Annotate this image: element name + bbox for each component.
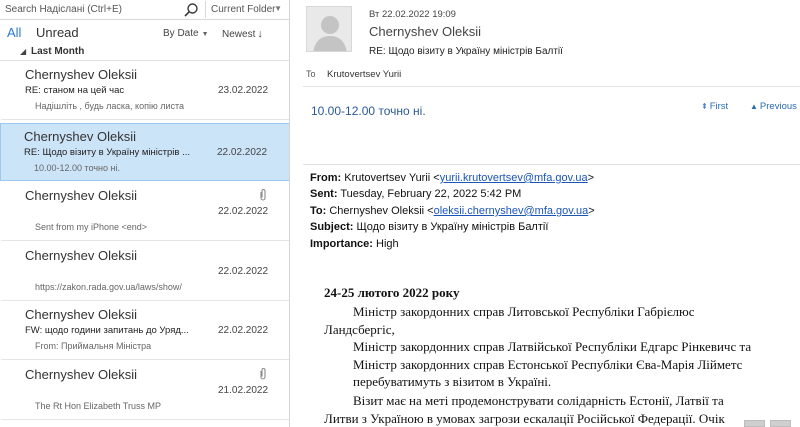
- list-item[interactable]: Chernyshev Oleksii RE: Щодо візиту в Укра…: [0, 123, 289, 181]
- tab-all[interactable]: All: [7, 25, 21, 40]
- message-sender: Chernyshev Oleksii: [25, 367, 137, 382]
- resize-handle[interactable]: [744, 420, 765, 427]
- forward-subject-label: Subject:: [310, 221, 354, 233]
- forward-to-end: >: [588, 205, 595, 217]
- message-sender: Chernyshev Oleksii: [25, 248, 137, 263]
- reading-pane: Вт 22.02.2022 19:09 Chernyshev Oleksii R…: [291, 0, 800, 427]
- tab-unread[interactable]: Unread: [36, 25, 79, 40]
- quote-divider: [303, 164, 800, 165]
- message-subject: FW: щодо години запитань до Уряд...: [25, 325, 189, 336]
- sort-order-label: Newest: [222, 29, 256, 40]
- chevron-down-icon: ▼: [201, 31, 209, 38]
- message-preview: From: Приймальня Міністра: [35, 341, 152, 351]
- body-line: перебуватимуть з візитом в Україні.: [353, 374, 552, 389]
- arrow-down-icon: ↓: [257, 28, 263, 40]
- search-input[interactable]: [0, 0, 180, 19]
- message-sender[interactable]: Chernyshev Oleksii: [369, 24, 481, 39]
- message-date: 22.02.2022: [218, 325, 269, 336]
- message-sender: Chernyshev Oleksii: [25, 307, 137, 322]
- message-sender: Chernyshev Oleksii: [24, 129, 136, 144]
- from-email-link[interactable]: yurii.krutovertsev@mfa.gov.ua: [440, 172, 588, 184]
- sort-by-dropdown[interactable]: By Date ▼: [163, 28, 209, 39]
- group-header-label: Last Month: [31, 46, 85, 57]
- avatar: [306, 6, 352, 52]
- resize-handle[interactable]: [770, 420, 791, 427]
- sent-label: Sent:: [310, 188, 338, 200]
- sent-value: Tuesday, February 22, 2022 5:42 PM: [340, 188, 522, 200]
- message-list-pane: Current Folder ▼ All Unread By Date▼ New…: [0, 0, 290, 427]
- nav-previous-label: Previous: [759, 101, 797, 112]
- sort-by-label: By Date: [163, 28, 199, 39]
- message-preview: Надішліть , будь ласка, копію листа: [35, 101, 185, 111]
- message-subject: RE: Щодо візиту в Україну міністрів ...: [24, 147, 190, 158]
- importance-value: High: [376, 238, 399, 250]
- message-subject: RE: станом на цей час: [25, 85, 125, 96]
- message-preview: Sent from my iPhone <end>: [35, 222, 148, 232]
- up-icon: ▲: [750, 102, 758, 111]
- search-scope-label: Current Folder: [211, 4, 276, 15]
- list-item[interactable]: Chernyshev Oleksii FW: щодо години запита…: [0, 302, 289, 360]
- message-preview: The Rt Hon Elizabeth Truss MP: [35, 401, 162, 411]
- collapse-triangle-icon[interactable]: ◢: [20, 47, 26, 56]
- person-placeholder-icon: [307, 7, 351, 51]
- to-recipient[interactable]: Krutovertsev Yurii: [327, 69, 401, 80]
- body-line: Міністр закордонних справ Естонської Рес…: [353, 357, 743, 372]
- importance-label: Importance:: [310, 238, 373, 250]
- message-preview: https://zakon.rada.gov.ua/laws/show/: [35, 282, 182, 292]
- filter-bar: All Unread By Date ▼ Newest ↓: [0, 22, 289, 44]
- forward-subject-line: Subject: Щодо візиту в Україну міністрів…: [310, 221, 548, 233]
- paperclip-icon: [260, 189, 266, 201]
- message-date: 22.02.2022: [218, 266, 269, 277]
- to-label: To: [306, 69, 316, 79]
- double-up-icon: ⇞: [701, 102, 708, 111]
- forward-to-line: To: Chernyshev Oleksii <oleksii.chernysh…: [310, 205, 595, 217]
- message-date: 22.02.2022: [218, 206, 269, 217]
- body-line: Міністр закордонних справ Латвійської Ре…: [353, 339, 752, 354]
- forward-importance-line: Importance: High: [310, 238, 399, 250]
- list-item[interactable]: Chernyshev Oleksii 22.02.2022 Sent from my…: [0, 183, 289, 241]
- header-divider: [303, 86, 800, 87]
- search-icon[interactable]: [183, 2, 199, 18]
- group-header-last-month[interactable]: ◢ Last Month: [0, 44, 289, 61]
- message-sender: Chernyshev Oleksii: [25, 188, 137, 203]
- search-bar: Current Folder ▼: [0, 0, 289, 20]
- body-line: Литви з Україною в умовах загрози ескала…: [324, 411, 725, 426]
- from-label: From:: [310, 172, 342, 184]
- list-item[interactable]: Chernyshev Oleksii 21.02.2022 The Rt Hon E…: [0, 362, 289, 420]
- nav-previous-link[interactable]: ▲ Previous: [750, 101, 797, 112]
- message-date: 23.02.2022: [218, 85, 269, 96]
- to-email-link[interactable]: oleksii.chernyshev@mfa.gov.ua: [434, 205, 589, 217]
- body-line: Ландсбергіс,: [324, 322, 395, 337]
- message-date: 22.02.2022: [217, 147, 268, 158]
- forward-from-line: From: Krutovertsev Yurii <yurii.krutover…: [310, 172, 594, 184]
- reply-text: 10.00-12.00 точно ні.: [311, 104, 426, 118]
- search-scope-dropdown[interactable]: Current Folder ▼: [205, 1, 285, 18]
- message-date: 21.02.2022: [218, 385, 269, 396]
- message-preview: 10.00-12.00 точно ні.: [34, 163, 121, 173]
- forward-to-label: To:: [310, 205, 327, 217]
- from-end: >: [587, 172, 595, 184]
- nav-first-link[interactable]: ⇞ First: [701, 101, 728, 112]
- chevron-down-icon: ▼: [274, 4, 282, 13]
- body-line: Міністр закордонних справ Литовської Рес…: [353, 304, 695, 319]
- list-item[interactable]: Chernyshev Oleksii 22.02.2022 https://zako…: [0, 243, 289, 301]
- paperclip-icon: [260, 368, 266, 380]
- message-date: Вт 22.02.2022 19:09: [369, 9, 456, 20]
- message-subject: RE: Щодо візиту в Україну міністрів Балт…: [369, 46, 563, 57]
- nav-first-label: First: [709, 101, 729, 112]
- body-line: Візит має на меті продемонструвати солід…: [353, 393, 724, 408]
- message-sender: Chernyshev Oleksii: [25, 67, 137, 82]
- forward-to-name: Chernyshev Oleksii <: [329, 205, 434, 217]
- from-name: Krutovertsev Yurii <: [344, 172, 440, 184]
- body-date-heading: 24-25 лютого 2022 року: [324, 285, 460, 300]
- list-item[interactable]: Chernyshev Oleksii RE: станом на цей час 2…: [0, 62, 289, 120]
- sort-order-toggle[interactable]: Newest ↓: [222, 28, 263, 40]
- forward-sent-line: Sent: Tuesday, February 22, 2022 5:42 PM: [310, 188, 521, 200]
- forward-subject-value: Щодо візиту в Україну міністрів Балтії: [356, 221, 549, 233]
